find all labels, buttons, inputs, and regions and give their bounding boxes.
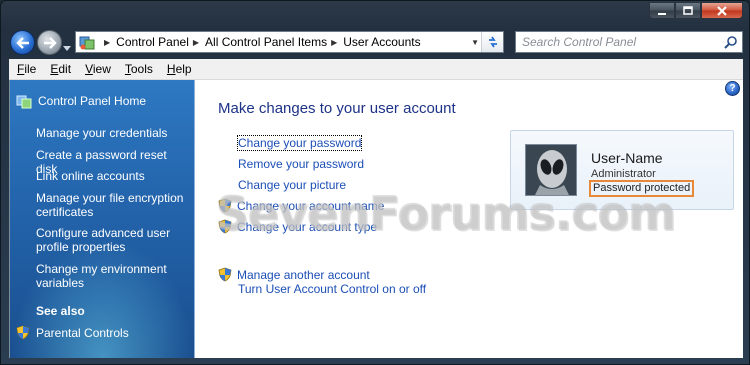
sidebar-item-file-encryption[interactable]: Manage your file encryption certificates (36, 191, 191, 219)
close-button[interactable] (701, 2, 743, 19)
breadcrumb-separator: ▶ (331, 37, 338, 47)
manage-another-account-link[interactable]: Manage another account (218, 267, 370, 282)
menu-view[interactable]: View (77, 62, 117, 76)
explorer-window: ▶ Control Panel ▶ All Control Panel Item… (0, 0, 750, 365)
back-arrow-icon (15, 36, 29, 49)
password-status-badge: Password protected (589, 180, 695, 197)
user-account-card: User-Name Administrator Password protect… (510, 130, 734, 210)
uac-shield-icon (218, 198, 232, 213)
change-account-name-label: Change your account name (237, 198, 385, 213)
remove-password-label: Remove your password (238, 157, 365, 171)
address-bar[interactable]: ▶ Control Panel ▶ All Control Panel Item… (75, 31, 504, 53)
search-icon[interactable] (724, 35, 738, 49)
minimize-icon (658, 12, 666, 15)
breadcrumb-separator: ▶ (104, 37, 111, 47)
sidebar-item-link-online-accounts[interactable]: Link online accounts (36, 169, 191, 183)
forward-button[interactable] (37, 30, 62, 55)
menu-file[interactable]: File (9, 62, 42, 76)
back-button[interactable] (10, 30, 35, 55)
search-placeholder: Search Control Panel (522, 35, 637, 49)
change-password-link[interactable]: Change your password (236, 135, 363, 151)
search-input[interactable]: Search Control Panel (515, 31, 743, 53)
maximize-button[interactable] (675, 2, 701, 19)
user-role: Administrator (591, 168, 656, 180)
control-panel-icon (79, 34, 95, 50)
sidebar-item-credentials[interactable]: Manage your credentials (36, 126, 191, 140)
content-area: Control Panel Home Manage your credentia… (9, 80, 743, 358)
menu-bar: File Edit View Tools Help (9, 59, 743, 80)
avatar[interactable] (525, 144, 577, 196)
breadcrumb-user-accounts[interactable]: User Accounts (343, 35, 420, 49)
close-icon (717, 5, 727, 16)
control-panel-home-label: Control Panel Home (38, 94, 147, 108)
control-panel-icon (16, 95, 32, 109)
user-name: User-Name (591, 150, 663, 166)
breadcrumb-all-items[interactable]: All Control Panel Items (205, 35, 327, 49)
navigation-bar: ▶ Control Panel ▶ All Control Panel Item… (1, 25, 749, 59)
change-account-type-label: Change your account type (237, 219, 378, 234)
manage-another-account-label: Manage another account (237, 267, 370, 282)
recent-pages-dropdown[interactable] (63, 40, 71, 54)
change-password-label: Change your password (236, 135, 363, 151)
see-also-heading: See also (36, 304, 85, 318)
main-panel: ? Make changes to your user account Chan… (196, 80, 744, 358)
sidebar-item-environment-variables[interactable]: Change my environment variables (36, 262, 191, 290)
change-picture-label: Change your picture (238, 178, 347, 192)
minimize-button[interactable] (649, 2, 675, 19)
uac-shield-icon (218, 219, 232, 234)
refresh-icon (488, 36, 497, 48)
uac-settings-label: Turn User Account Control on or off (238, 282, 427, 296)
forward-arrow-icon (43, 36, 57, 49)
refresh-button[interactable] (481, 32, 503, 52)
menu-edit[interactable]: Edit (42, 62, 77, 76)
help-icon[interactable]: ? (725, 81, 740, 96)
breadcrumb-control-panel[interactable]: Control Panel (116, 35, 189, 49)
uac-settings-link[interactable]: Turn User Account Control on or off (238, 282, 426, 296)
uac-shield-icon (16, 325, 30, 340)
page-title: Make changes to your user account (218, 100, 456, 117)
parental-controls-link[interactable]: Parental Controls (16, 325, 129, 340)
chevron-down-icon (63, 46, 71, 51)
sidebar-item-profile-properties[interactable]: Configure advanced user profile properti… (36, 226, 191, 254)
task-pane: Control Panel Home Manage your credentia… (10, 80, 195, 358)
menu-tools[interactable]: Tools (117, 62, 159, 76)
change-picture-link[interactable]: Change your picture (238, 178, 346, 192)
menu-help[interactable]: Help (159, 62, 198, 76)
change-account-name-link[interactable]: Change your account name (218, 198, 384, 213)
remove-password-link[interactable]: Remove your password (238, 157, 364, 171)
maximize-icon (683, 5, 693, 15)
change-account-type-link[interactable]: Change your account type (218, 219, 377, 234)
caption-buttons (649, 2, 743, 19)
sidebar-glow (10, 238, 194, 358)
parental-controls-label: Parental Controls (36, 325, 129, 340)
uac-shield-icon (218, 267, 232, 282)
control-panel-home-link[interactable]: Control Panel Home (16, 93, 146, 109)
address-history-dropdown[interactable]: ▼ (471, 38, 479, 47)
breadcrumb-separator: ▶ (192, 37, 200, 47)
alien-avatar-image (526, 145, 576, 195)
